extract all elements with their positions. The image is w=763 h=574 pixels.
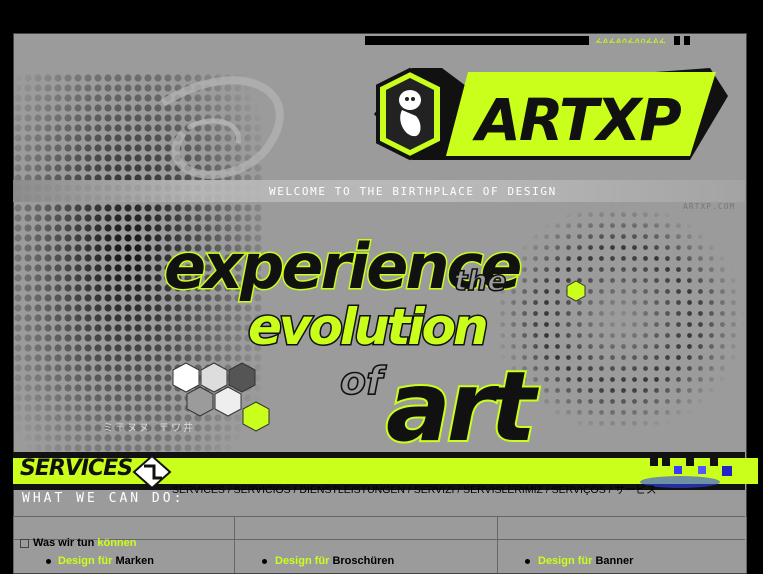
logo-text: ARTXP	[472, 86, 681, 154]
headline-of: of	[340, 359, 387, 403]
item-value: Broschüren	[332, 555, 395, 567]
checkbox-square-icon	[20, 539, 29, 548]
headline-evolution: evolution	[248, 298, 486, 356]
services-title: SERVICES	[20, 456, 133, 481]
list-item[interactable]: Design für Marken	[58, 555, 154, 567]
services-languages: SERVICES / SERVICIOS / DIENSTLEISTUNGEN …	[172, 484, 657, 496]
bullet-icon	[525, 559, 530, 564]
what-we-do-label-highlight: können	[97, 537, 137, 549]
item-value: Banner	[595, 555, 634, 567]
item-value: Marken	[115, 555, 154, 567]
item-key: Design für	[58, 555, 116, 567]
list-item[interactable]: Design für Banner	[538, 555, 633, 567]
item-key: Design für	[538, 555, 596, 567]
headline-the: the	[454, 264, 506, 297]
top-black-bar	[0, 0, 763, 33]
small-tag: ARTXP.COM	[683, 202, 736, 211]
what-we-do-label-text: Was wir tun	[33, 537, 98, 549]
artxp-logo[interactable]: ARTXP	[372, 66, 730, 162]
bullet-icon	[46, 559, 51, 564]
what-we-do-label: Was wir tun können	[33, 537, 137, 549]
bullet-icon	[262, 559, 267, 564]
services-logo-icon	[132, 455, 172, 489]
headline-art: experience the evolution of art	[163, 229, 546, 453]
welcome-tagline: WELCOME TO THE BIRTHPLACE OF DESIGN	[269, 185, 557, 198]
headline-art-word: art	[386, 351, 539, 452]
item-key: Design für	[275, 555, 333, 567]
what-we-can-do-heading: WHAT WE CAN DO:	[22, 491, 185, 506]
list-item[interactable]: Design für Broschüren	[275, 555, 394, 567]
